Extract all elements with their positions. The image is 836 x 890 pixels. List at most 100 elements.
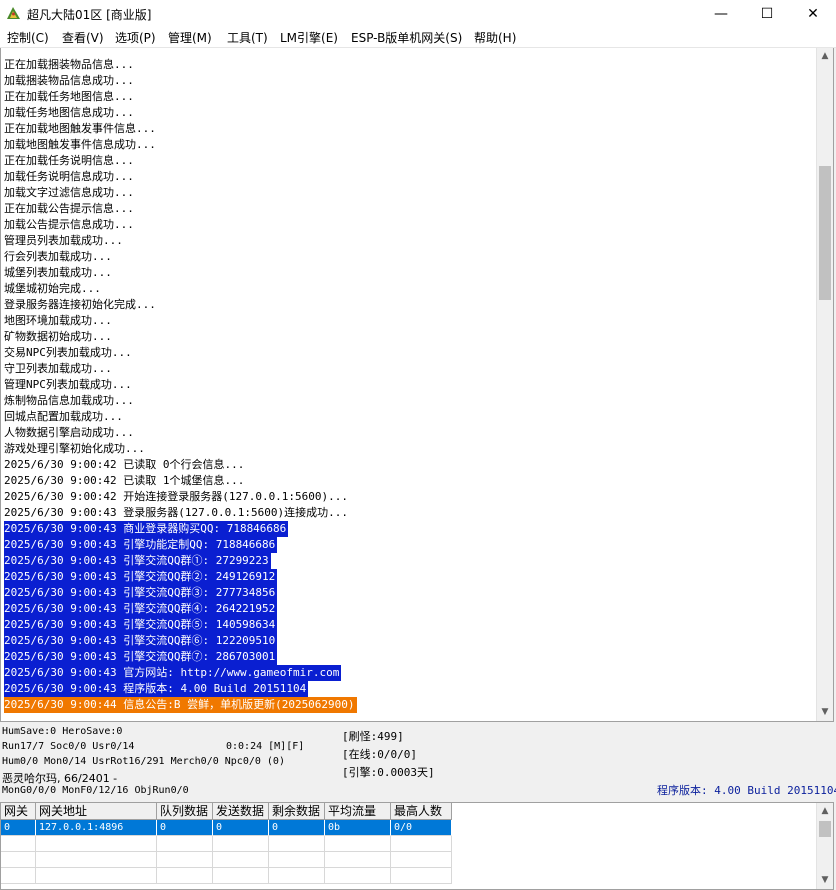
log-line[interactable]: 2025/6/30 9:00:43 引擎交流QQ群③: 277734856	[4, 585, 278, 601]
window-title: 超凡大陆01区 [商业版]	[27, 8, 152, 22]
log-line[interactable]: 2025/6/30 9:00:43 官方网站: http://www.gameo…	[4, 665, 342, 681]
header-max-users[interactable]: 最高人数	[391, 803, 452, 820]
log-line[interactable]: 2025/6/30 9:00:44 信息公告:B 尝鲜，单机版更新(202506…	[4, 697, 357, 713]
table-cell-empty	[213, 868, 269, 884]
log-line[interactable]: 2025/6/30 9:00:43 登录服务器(127.0.0.1:5600)连…	[4, 505, 350, 521]
log-line[interactable]: 2025/6/30 9:00:42 已读取 0个行会信息...	[4, 457, 246, 473]
table-cell-empty	[269, 852, 325, 868]
menu-manage[interactable]: 管理(M)	[168, 29, 212, 46]
status-save: HumSave:0 HeroSave:0	[2, 726, 123, 737]
table-cell-empty	[36, 836, 157, 852]
status-mong: MonG0/0/0 MonF0/12/16 ObjRun0/0	[2, 785, 189, 796]
table-cell-empty	[1, 852, 36, 868]
table-cell-empty	[391, 868, 452, 884]
log-line[interactable]: 城堡城初始完成...	[4, 281, 103, 297]
log-line[interactable]: 游戏处理引擎初始化成功...	[4, 441, 147, 457]
scroll-up-icon[interactable]: ▲	[817, 803, 833, 820]
minimize-button[interactable]: —	[698, 0, 744, 28]
online-count: [在线:0/0/0]	[342, 748, 417, 761]
scroll-up-icon[interactable]: ▲	[817, 48, 833, 65]
menu-help[interactable]: 帮助(H)	[474, 29, 516, 46]
table-cell-empty	[213, 836, 269, 852]
table-cell[interactable]: 0	[269, 820, 325, 836]
table-cell-empty	[157, 852, 213, 868]
log-line[interactable]: 2025/6/30 9:00:43 引擎交流QQ群④: 264221952	[4, 601, 278, 617]
table-cell[interactable]: 127.0.0.1:4896	[36, 820, 157, 836]
log-line[interactable]: 正在加载任务地图信息...	[4, 89, 136, 105]
status-monster: 恶灵哈尔玛, 66/2401 -	[2, 772, 118, 785]
scroll-down-icon[interactable]: ▼	[817, 872, 833, 889]
refresh-count: [刷怪:499]	[342, 730, 404, 743]
header-avg-traffic[interactable]: 平均流量	[325, 803, 391, 820]
log-line[interactable]: 2025/6/30 9:00:43 商业登录器购买QQ: 718846686	[4, 521, 289, 537]
menu-tools[interactable]: 工具(T)	[227, 29, 268, 46]
log-line[interactable]: 矿物数据初始成功...	[4, 329, 114, 345]
table-cell-empty	[325, 836, 391, 852]
log-line[interactable]: 2025/6/30 9:00:42 开始连接登录服务器(127.0.0.1:56…	[4, 489, 350, 505]
gateway-scrollbar[interactable]: ▲ ▼	[816, 803, 833, 889]
log-line[interactable]: 加载公告提示信息成功...	[4, 217, 136, 233]
table-cell[interactable]: 0	[1, 820, 36, 836]
table-cell-empty	[157, 836, 213, 852]
log-line[interactable]: 2025/6/30 9:00:43 引擎交流QQ群⑤: 140598634	[4, 617, 278, 633]
log-line[interactable]: 正在加载地图触发事件信息...	[4, 121, 158, 137]
table-cell-empty	[269, 836, 325, 852]
log-line[interactable]: 加载捆装物品信息成功...	[4, 73, 136, 89]
gateway-grid[interactable]: 网关 网关地址 队列数据 发送数据 剩余数据 平均流量 最高人数 0 127.0…	[0, 802, 834, 890]
table-cell[interactable]: 0/0	[391, 820, 452, 836]
log-line[interactable]: 正在加载任务说明信息...	[4, 153, 136, 169]
log-line[interactable]: 2025/6/30 9:00:43 引擎交流QQ群⑦: 286703001	[4, 649, 278, 665]
log-pane[interactable]: 正在加载捆装物品信息... 加载捆装物品信息成功... 正在加载任务地图信息... 加…	[0, 48, 834, 722]
scroll-down-icon[interactable]: ▼	[817, 704, 833, 721]
log-line[interactable]: 2025/6/30 9:00:43 引擎交流QQ群②: 249126912	[4, 569, 278, 585]
table-cell-empty	[213, 852, 269, 868]
log-scrollbar[interactable]: ▲ ▼	[816, 48, 833, 721]
maximize-button[interactable]: ☐	[744, 0, 790, 28]
log-line[interactable]: 人物数据引擎启动成功...	[4, 425, 136, 441]
log-line[interactable]: 2025/6/30 9:00:42 已读取 1个城堡信息...	[4, 473, 246, 489]
gateway-scroll-thumb[interactable]	[819, 821, 831, 837]
table-cell[interactable]: 0	[213, 820, 269, 836]
log-line[interactable]: 2025/6/30 9:00:43 程序版本: 4.00 Build 20151…	[4, 681, 309, 697]
log-line[interactable]: 正在加载捆装物品信息...	[4, 57, 136, 73]
engine-time: [引擎:0.0003天]	[342, 766, 435, 779]
menu-lm-engine[interactable]: LM引擎(E)	[280, 29, 338, 46]
menu-options[interactable]: 选项(P)	[115, 29, 156, 46]
log-line[interactable]: 加载地图触发事件信息成功...	[4, 137, 158, 153]
log-line[interactable]: 地图环境加载成功...	[4, 313, 114, 329]
log-line[interactable]: 2025/6/30 9:00:43 引擎交流QQ群①: 27299223	[4, 553, 271, 569]
status-run: Run17/7 Soc0/0 Usr0/14	[2, 741, 135, 752]
log-scroll-thumb[interactable]	[819, 166, 831, 300]
header-gateway[interactable]: 网关	[1, 803, 36, 820]
log-line[interactable]: 管理员列表加载成功...	[4, 233, 125, 249]
log-line[interactable]: 2025/6/30 9:00:43 引擎交流QQ群⑥: 122209510	[4, 633, 278, 649]
header-gateway-address[interactable]: 网关地址	[36, 803, 157, 820]
log-line[interactable]: 加载任务地图信息成功...	[4, 105, 136, 121]
log-line[interactable]: 登录服务器连接初始化完成...	[4, 297, 158, 313]
header-remaining-data[interactable]: 剩余数据	[269, 803, 325, 820]
log-line[interactable]: 行会列表加载成功...	[4, 249, 114, 265]
close-button[interactable]: ✕	[790, 0, 836, 28]
log-line[interactable]: 管理NPC列表加载成功...	[4, 377, 134, 393]
log-line[interactable]: 城堡列表加载成功...	[4, 265, 114, 281]
menu-control[interactable]: 控制(C)	[7, 29, 49, 46]
title-bar[interactable]: 超凡大陆01区 [商业版] — ☐ ✕	[0, 0, 836, 28]
table-cell-empty	[269, 868, 325, 884]
log-line[interactable]: 2025/6/30 9:00:43 引擎功能定制QQ: 718846686	[4, 537, 278, 553]
log-line[interactable]: 正在加载公告提示信息...	[4, 201, 136, 217]
menu-esp-gateway[interactable]: ESP-B版单机网关(S)	[351, 29, 462, 46]
log-line[interactable]: 交易NPC列表加载成功...	[4, 345, 134, 361]
header-queue-data[interactable]: 队列数据	[157, 803, 213, 820]
log-line[interactable]: 炼制物品信息加载成功...	[4, 393, 136, 409]
log-line[interactable]: 回城点配置加载成功...	[4, 409, 125, 425]
log-line[interactable]: 加载任务说明信息成功...	[4, 169, 136, 185]
log-line[interactable]: 守卫列表加载成功...	[4, 361, 114, 377]
header-send-data[interactable]: 发送数据	[213, 803, 269, 820]
table-cell[interactable]: 0b	[325, 820, 391, 836]
log-line[interactable]: 加载文字过滤信息成功...	[4, 185, 136, 201]
table-cell-empty	[325, 852, 391, 868]
table-cell-empty	[36, 852, 157, 868]
table-cell[interactable]: 0	[157, 820, 213, 836]
table-cell-empty	[1, 868, 36, 884]
menu-view[interactable]: 查看(V)	[62, 29, 104, 46]
